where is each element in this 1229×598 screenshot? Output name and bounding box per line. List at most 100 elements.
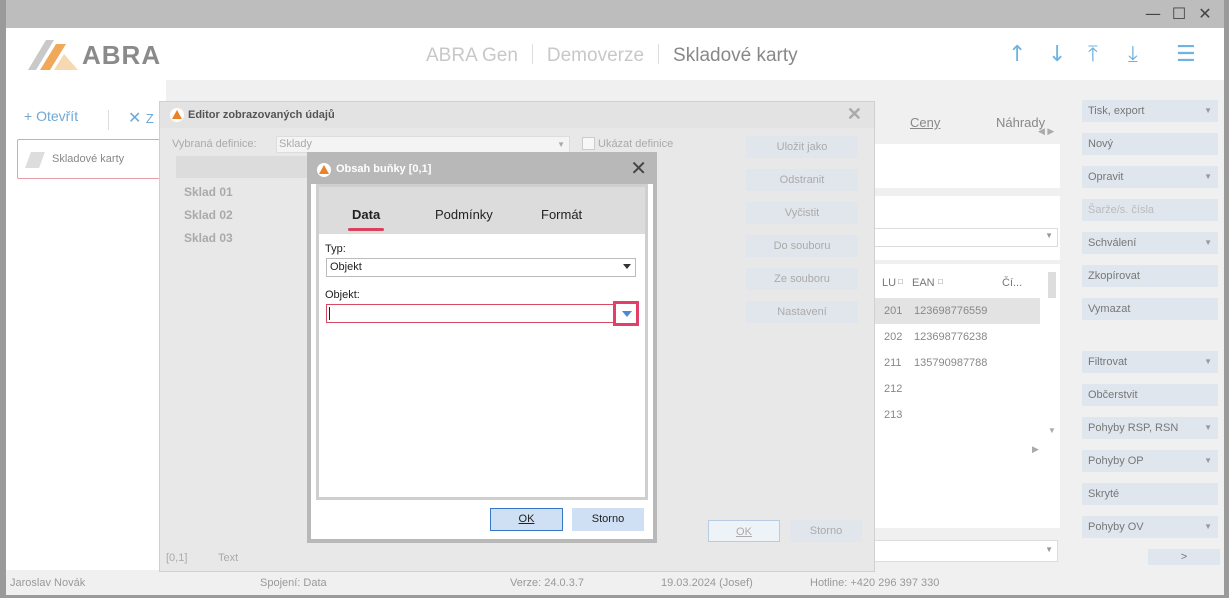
from-file-button[interactable]: Ze souboru (746, 268, 858, 290)
scroll-right-icon[interactable]: ▶ (1032, 444, 1039, 455)
cancel-button[interactable]: Storno (572, 508, 644, 531)
middle-panel: Ceny Náhrady ◀ ▶ ▼ LU □ EAN □ Čí... 201 123… (872, 100, 1064, 562)
status-hotline: Hotline: +420 296 397 330 (810, 577, 940, 589)
filter-combo[interactable]: ▼ (872, 228, 1058, 247)
action-button[interactable]: Opravit ▼ (1082, 166, 1218, 188)
chevron-down-icon: ▼ (1204, 172, 1212, 181)
action-button[interactable]: Pohyby RSP, RSN ▼ (1082, 417, 1218, 439)
table-row[interactable]: 201 123698776559 (872, 298, 1040, 324)
action-button[interactable]: Pohyby OV ▼ (1082, 516, 1218, 538)
cell-dialog-title-bar: Obsah buňky [0,1] ✕ (311, 156, 653, 184)
chevron-down-icon (623, 264, 631, 269)
close-button[interactable]: ✕ Z (128, 108, 154, 128)
delete-button[interactable]: Odstranit (746, 169, 858, 191)
definition-combo[interactable]: Sklady ▼ (276, 136, 570, 153)
abra-logo-icon (317, 163, 331, 177)
scrollbar[interactable] (1048, 272, 1056, 298)
arrow-bottom-icon[interactable]: ⤓ (1128, 42, 1138, 67)
close-window-button[interactable]: ✕ (1194, 3, 1216, 25)
breadcrumb-company[interactable]: Demoverze (547, 45, 644, 66)
detail-tabs: Ceny Náhrady ◀ ▶ (872, 100, 1064, 144)
editor-cancel-button[interactable]: Storno (790, 520, 862, 542)
arrow-up-icon[interactable]: ↑ (1008, 42, 1026, 67)
title-bar: — ☐ ✕ (6, 0, 1224, 28)
bottom-combo[interactable]: ▼ (872, 540, 1058, 562)
status-date: 19.03.2024 (Josef) (661, 577, 753, 589)
action-button[interactable]: Skryté (1082, 483, 1218, 505)
status-version: Verze: 24.0.3.7 (510, 577, 584, 589)
page-title: Skladové karty (673, 45, 798, 66)
arrow-top-icon[interactable]: ⤒ (1088, 42, 1098, 67)
tab-podminky[interactable]: Podmínky (435, 207, 493, 222)
grid-row[interactable]: Sklad 01 (184, 185, 233, 199)
type-label: Typ: (325, 243, 346, 255)
table-row[interactable]: 202 123698776238 (872, 324, 1040, 350)
action-button[interactable]: Pohyby OP ▼ (1082, 450, 1218, 472)
arrow-down-icon[interactable]: ↓ (1048, 42, 1066, 67)
chevron-down-icon: ▼ (1204, 106, 1212, 115)
tab-format[interactable]: Formát (541, 207, 582, 222)
action-button[interactable]: Nový (1082, 133, 1218, 155)
breadcrumb-app[interactable]: ABRA Gen (426, 45, 518, 66)
status-connection: Spojení: Data (260, 577, 327, 589)
cell-content-dialog: Obsah buňky [0,1] ✕ Data Podmínky Formát… (307, 152, 657, 543)
chevron-down-icon: ▼ (1204, 238, 1212, 247)
tab-ceny[interactable]: Ceny (910, 115, 940, 130)
grid-row[interactable]: Sklad 03 (184, 231, 233, 245)
editor-ok-button[interactable]: OK (708, 520, 780, 542)
cell-dialog-body: Data Podmínky Formát Typ: Objekt Objekt: (316, 184, 648, 500)
table-row[interactable]: 211 135790987788 (872, 350, 1040, 376)
definition-label: Vybraná definice: (172, 138, 257, 150)
cell-text: Text (218, 552, 239, 564)
open-button[interactable]: + Otevřít (24, 108, 78, 124)
show-definition-label: Ukázat definice (598, 138, 674, 150)
chevron-down-icon: ▼ (1204, 423, 1212, 432)
action-button[interactable]: Šarže/s. čísla (1082, 199, 1218, 221)
scroll-down-icon[interactable]: ▼ (1048, 426, 1056, 435)
settings-button[interactable]: Nastavení (746, 301, 858, 323)
grid-header: LU □ EAN □ Čí... (882, 277, 1023, 289)
chevron-down-icon: ▼ (1204, 522, 1212, 531)
abra-logo-icon (170, 108, 184, 122)
clear-button[interactable]: Vyčistit (746, 202, 858, 224)
grid-row[interactable]: Sklad 02 (184, 208, 233, 222)
chevron-down-icon: ▼ (1204, 357, 1212, 366)
plus-icon: + (24, 108, 33, 124)
object-label: Objekt: (325, 289, 360, 301)
show-definition-checkbox[interactable] (582, 137, 595, 150)
more-button[interactable]: > (1148, 549, 1220, 565)
action-button[interactable]: Zkopírovat (1082, 265, 1218, 287)
cell-ref: [0,1] (166, 552, 188, 564)
editor-title-bar: Editor zobrazovaných údajů ✕ (160, 102, 874, 128)
table-row[interactable]: 212 (872, 376, 1040, 402)
action-button[interactable]: Schválení ▼ (1082, 232, 1218, 254)
ok-button[interactable]: OK (490, 508, 563, 531)
save-as-button[interactable]: Uložit jako (746, 136, 858, 158)
object-select[interactable] (326, 301, 639, 326)
tab-scroll-icon[interactable]: ◀ ▶ (1038, 126, 1054, 137)
action-button[interactable]: Vymazat (1082, 298, 1218, 320)
chevron-down-icon: ▼ (1204, 456, 1212, 465)
action-button[interactable]: Filtrovat ▼ (1082, 351, 1218, 373)
tab-data[interactable]: Data (347, 207, 385, 231)
app-header: ABRA ABRA Gen Demoverze Skladové karty ↑ ↓… (6, 28, 1224, 80)
type-select[interactable]: Objekt (326, 258, 636, 277)
menu-icon[interactable]: ☰ (1176, 42, 1196, 67)
close-icon[interactable]: ✕ (847, 104, 862, 125)
action-button[interactable]: Tisk, export ▼ (1082, 100, 1218, 122)
close-icon[interactable]: ✕ (630, 156, 647, 180)
maximize-button[interactable]: ☐ (1168, 3, 1190, 25)
card-icon (25, 152, 45, 168)
definition-grid: Sklad 01 Sklad 02 Sklad 03 (174, 156, 314, 250)
tab-skladove-karty[interactable]: Skladové karty (17, 139, 167, 179)
cell-dialog-tabs: Data Podmínky Formát (319, 187, 645, 234)
status-user: Jaroslav Novák (10, 577, 86, 589)
minimize-button[interactable]: — (1142, 3, 1164, 25)
to-file-button[interactable]: Do souboru (746, 235, 858, 257)
close-icon: ✕ (128, 110, 142, 127)
logo-text: ABRA (82, 40, 162, 70)
table-row[interactable]: 213 (872, 402, 1040, 428)
breadcrumb: ABRA Gen Demoverze Skladové karty (426, 44, 798, 67)
action-button[interactable]: Občerstvit (1082, 384, 1218, 406)
object-dropdown-button[interactable] (613, 301, 639, 326)
